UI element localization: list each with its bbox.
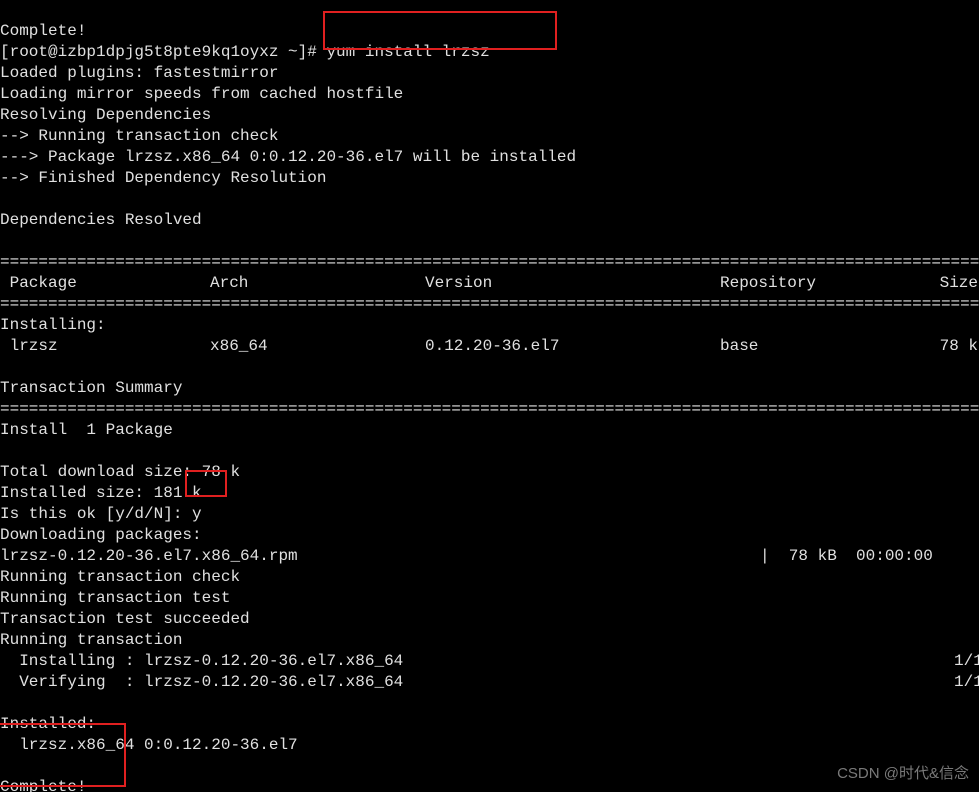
separator: ========================================… [0,295,979,313]
command-text: yum install lrzsz [326,43,489,61]
install-value: lrzsz-0.12.20-36.el7.x86_64 [144,651,954,672]
output-line: Dependencies Resolved [0,211,202,229]
output-line: Loaded plugins: fastestmirror [0,64,278,82]
table-header-size: Size [930,273,978,294]
verify-value: lrzsz-0.12.20-36.el7.x86_64 [144,672,954,693]
output-line: Installing: [0,316,106,334]
verify-label: Verifying : [0,673,144,691]
output-line: Complete! [0,22,86,40]
output-line: Transaction Summary [0,379,182,397]
table-header-version: Version [425,273,720,294]
output-line: Loading mirror speeds from cached hostfi… [0,85,403,103]
table-cell-package: lrzsz [0,336,210,357]
output-line: Complete! [0,778,86,792]
download-file: lrzsz-0.12.20-36.el7.x86_64.rpm [0,546,760,567]
separator: ========================================… [0,253,979,271]
output-line: Running transaction check [0,568,240,586]
output-line: Running transaction [0,631,182,649]
table-cell-size: 78 k [930,336,978,357]
output-line: Downloading packages: [0,526,202,544]
terminal[interactable]: Complete! [root@izbp1dpjg5t8pte9kq1oyxz … [0,0,979,792]
confirm-input[interactable]: y [192,505,202,523]
table-cell-version: 0.12.20-36.el7 [425,336,720,357]
install-progress: 1/1 [954,652,979,670]
table-header-repo: Repository [720,273,930,294]
confirm-prompt: Is this ok [y/d/N]: [0,505,192,523]
output-line: Install 1 Package [0,421,173,439]
output-line: --> Finished Dependency Resolution [0,169,326,187]
table-header-arch: Arch [210,273,425,294]
table-header-package: Package [0,273,210,294]
table-cell-arch: x86_64 [210,336,425,357]
output-line: Transaction test succeeded [0,610,250,628]
install-label: Installing : [0,652,144,670]
shell-prompt: [root@izbp1dpjg5t8pte9kq1oyxz ~]# [0,43,326,61]
output-line: Installed size: 181 k [0,484,202,502]
output-line: Running transaction test [0,589,230,607]
separator: ========================================… [0,400,979,418]
output-line: Installed: [0,715,96,733]
table-cell-repo: base [720,336,930,357]
verify-progress: 1/1 [954,673,979,691]
output-line: lrzsz.x86_64 0:0.12.20-36.el7 [0,736,298,754]
output-line: Total download size: 78 k [0,463,240,481]
output-line: --> Running transaction check [0,127,278,145]
download-stats: | 78 kB 00:00:00 [760,547,933,565]
output-line: ---> Package lrzsz.x86_64 0:0.12.20-36.e… [0,148,576,166]
output-line: Resolving Dependencies [0,106,211,124]
